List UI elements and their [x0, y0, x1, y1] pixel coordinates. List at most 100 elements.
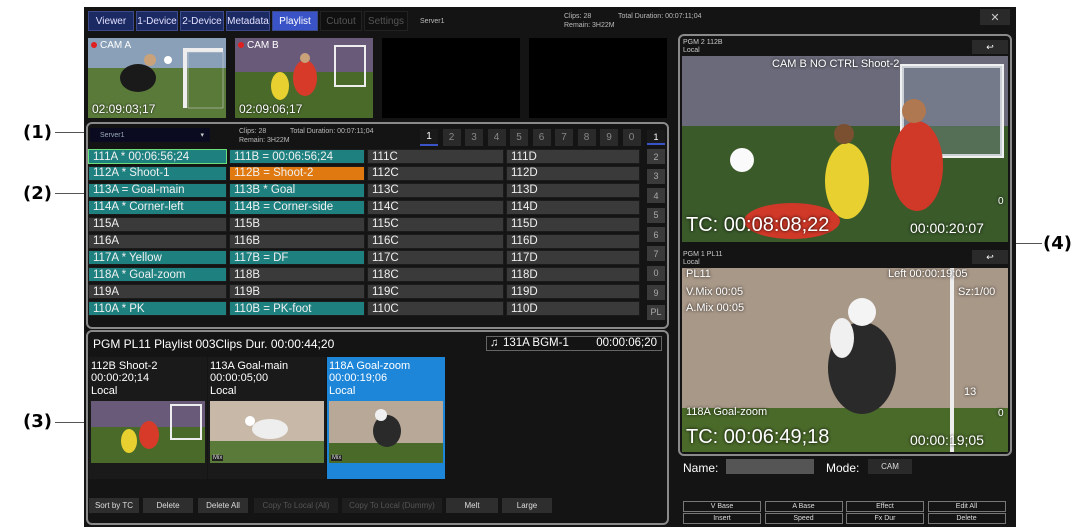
- sort-by-tc-button[interactable]: Sort by TC: [89, 498, 139, 513]
- clip-cell[interactable]: 116C: [367, 233, 504, 249]
- return-icon[interactable]: ↩: [972, 40, 1008, 54]
- tab-viewer[interactable]: Viewer: [88, 11, 134, 31]
- melt-button[interactable]: Melt: [446, 498, 498, 513]
- clip-cell[interactable]: 115A: [88, 216, 227, 232]
- server-select[interactable]: Server1 ▾: [90, 128, 210, 142]
- edit-all-button[interactable]: Edit All: [927, 501, 1006, 512]
- page-button-1[interactable]: 1: [420, 129, 438, 146]
- clip-cell[interactable]: 118B: [229, 267, 365, 283]
- card-title: 113A Goal-main: [210, 360, 289, 372]
- clip-cell[interactable]: 117A * Yellow: [88, 250, 227, 266]
- bank-button-1[interactable]: 1: [647, 130, 665, 145]
- large-button[interactable]: Large: [502, 498, 552, 513]
- mode-button[interactable]: CAM: [868, 459, 912, 474]
- delete-button[interactable]: Delete: [927, 513, 1006, 524]
- clip-cell[interactable]: 111B = 00:06:56;24: [229, 149, 365, 164]
- clip-cell[interactable]: 119D: [506, 284, 640, 300]
- clip-cell[interactable]: 110A * PK: [88, 301, 227, 317]
- clip-cell[interactable]: 114A * Corner-left: [88, 199, 227, 215]
- clip-cell[interactable]: 118A * Goal-zoom: [88, 267, 227, 283]
- playlist-card[interactable]: 112B Shoot-2 00:00:20;14 Local: [89, 357, 207, 479]
- camera-thumb-b[interactable]: CAM B 02:09:06;17: [235, 38, 373, 118]
- clip-cell[interactable]: 118C: [367, 267, 504, 283]
- bank-button-6[interactable]: 6: [647, 227, 665, 242]
- bank-button-4[interactable]: 4: [647, 188, 665, 204]
- clip-cell[interactable]: 111A * 00:06:56;24: [88, 149, 227, 164]
- clip-cell[interactable]: 112B = Shoot-2: [229, 165, 365, 181]
- clip-cell[interactable]: 114C: [367, 199, 504, 215]
- bank-button-3[interactable]: 3: [647, 168, 665, 184]
- page-button-2[interactable]: 2: [442, 129, 461, 146]
- clip-cell[interactable]: 113C: [367, 182, 504, 198]
- a-base-button[interactable]: A Base: [764, 501, 843, 512]
- clip-cell[interactable]: 119B: [229, 284, 365, 300]
- return-icon[interactable]: ↩: [972, 250, 1008, 264]
- clip-cell[interactable]: 119A: [88, 284, 227, 300]
- clip-cell[interactable]: 111C: [367, 149, 504, 164]
- clip-cell[interactable]: 116B: [229, 233, 365, 249]
- clip-cell[interactable]: 115C: [367, 216, 504, 232]
- page-button-7[interactable]: 7: [555, 129, 573, 146]
- page-button-5[interactable]: 5: [510, 129, 528, 146]
- clip-cell[interactable]: 110B = PK-foot: [229, 301, 365, 317]
- page-button-9[interactable]: 9: [600, 129, 618, 146]
- delete-all-button[interactable]: Delete All: [198, 498, 248, 513]
- camera-thumb-empty-1[interactable]: [382, 38, 520, 118]
- playlist-card[interactable]: 113A Goal-main 00:00:05;00 Local Mix: [208, 357, 326, 479]
- clip-cell[interactable]: 114B = Corner-side: [229, 199, 365, 215]
- bank-button-2[interactable]: 2: [647, 149, 665, 165]
- clip-cell[interactable]: 119C: [367, 284, 504, 300]
- clip-cell[interactable]: 112A * Shoot-1: [88, 165, 227, 181]
- name-field[interactable]: [726, 459, 814, 474]
- copy-to-local-dummy-button[interactable]: Copy To Local (Dummy): [342, 498, 442, 513]
- clip-cell[interactable]: 118D: [506, 267, 640, 283]
- tab-2-device[interactable]: 2-Device: [180, 11, 224, 31]
- tab-cutout[interactable]: Cutout: [320, 11, 362, 31]
- clip-cell[interactable]: 113A = Goal-main: [88, 182, 227, 198]
- clip-cell[interactable]: 115D: [506, 216, 640, 232]
- camera-thumb-a[interactable]: CAM A 02:09:03;17: [88, 38, 226, 118]
- camera-thumb-empty-2[interactable]: [529, 38, 667, 118]
- clip-cell[interactable]: 110C: [367, 301, 504, 317]
- playlist-card-selected[interactable]: 118A Goal-zoom 00:00:19;06 Local Mix: [327, 357, 445, 479]
- clip-cell[interactable]: 115B: [229, 216, 365, 232]
- tab-playlist[interactable]: Playlist: [272, 11, 318, 31]
- delete-button[interactable]: Delete: [143, 498, 193, 513]
- clip-cell[interactable]: 116A: [88, 233, 227, 249]
- clip-cell[interactable]: 112C: [367, 165, 504, 181]
- clip-cell[interactable]: 114D: [506, 199, 640, 215]
- figure-stage: (1) (2) (3) (4) Viewer 1-Device 2-Device…: [0, 0, 1081, 527]
- tab-metadata[interactable]: Metadata: [226, 11, 270, 31]
- speed-button[interactable]: Speed: [764, 513, 843, 524]
- clip-cell[interactable]: 111D: [506, 149, 640, 164]
- clip-cell[interactable]: 117B = DF: [229, 250, 365, 266]
- copy-to-local-all-button[interactable]: Copy To Local (All): [254, 498, 338, 513]
- clip-cell[interactable]: 117D: [506, 250, 640, 266]
- bgm-box[interactable]: ♫ 131A BGM-1 00:00:06;20: [486, 336, 662, 351]
- page-button-3[interactable]: 3: [465, 129, 483, 146]
- clip-cell[interactable]: 117C: [367, 250, 504, 266]
- clip-cell[interactable]: 116D: [506, 233, 640, 249]
- tab-settings[interactable]: Settings: [364, 11, 408, 31]
- bank-button-7[interactable]: 7: [647, 246, 665, 262]
- clip-cell[interactable]: 113D: [506, 182, 640, 198]
- tab-1-device[interactable]: 1-Device: [136, 11, 178, 31]
- insert-button[interactable]: Insert: [683, 513, 761, 524]
- clip-cell[interactable]: 110D: [506, 301, 640, 317]
- clip-cell[interactable]: 112D: [506, 165, 640, 181]
- bank-button-9[interactable]: 9: [647, 285, 665, 301]
- page-button-8[interactable]: 8: [577, 129, 596, 146]
- page-button-4[interactable]: 4: [487, 129, 506, 146]
- bank-button-5[interactable]: 5: [647, 207, 665, 223]
- v-base-button[interactable]: V Base: [683, 501, 761, 512]
- bank-button-pl[interactable]: PL: [647, 304, 665, 320]
- bank-button-0[interactable]: 0: [647, 265, 665, 281]
- clip-cell[interactable]: 113B * Goal: [229, 182, 365, 198]
- effect-button[interactable]: Effect: [846, 501, 924, 512]
- app-window: Viewer 1-Device 2-Device Metadata Playli…: [84, 7, 1016, 527]
- fx-dur-button[interactable]: Fx Dur: [846, 513, 924, 524]
- bgm-duration: 00:00:06;20: [596, 337, 657, 349]
- page-button-6[interactable]: 6: [532, 129, 551, 146]
- page-button-0[interactable]: 0: [622, 129, 641, 146]
- close-button[interactable]: ✕: [980, 9, 1010, 25]
